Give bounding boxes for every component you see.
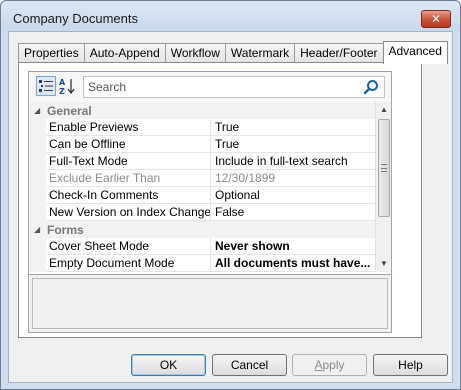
collapse-icon[interactable]: ◢	[34, 106, 40, 115]
row-gutter	[29, 187, 46, 204]
property-value[interactable]: True	[212, 136, 375, 153]
tab-properties[interactable]: Properties	[18, 43, 85, 63]
close-button[interactable]: ✕	[421, 10, 451, 28]
apply-label-rest: pply	[322, 358, 345, 372]
scroll-thumb[interactable]	[378, 119, 390, 217]
tab-workflow[interactable]: Workflow	[164, 43, 226, 63]
cancel-button[interactable]: Cancel	[212, 354, 287, 376]
property-row-full-text-mode[interactable]: Full-Text Mode Include in full-text sear…	[29, 153, 375, 170]
title-bar[interactable]: Company Documents ✕	[1, 1, 460, 31]
row-gutter	[29, 238, 46, 255]
property-row-new-version-on-index-change[interactable]: New Version on Index Change False	[29, 204, 375, 221]
property-value[interactable]: True	[212, 119, 375, 136]
property-name: New Version on Index Change	[46, 204, 211, 221]
dialog-button-row: OK Cancel Apply Help	[9, 354, 454, 380]
apply-mnemonic: A	[314, 358, 323, 372]
svg-text:A: A	[59, 78, 66, 87]
property-value[interactable]: Include in full-text search	[212, 153, 375, 170]
row-gutter	[29, 170, 46, 187]
description-pane	[29, 274, 391, 332]
categorized-view-icon	[39, 80, 53, 92]
tab-strip: Properties Auto-Append Workflow Watermar…	[18, 41, 448, 64]
property-row-exclude-earlier-than: Exclude Earlier Than 12/30/1899	[29, 170, 375, 187]
property-value[interactable]: Never shown	[212, 238, 375, 255]
row-gutter	[29, 153, 46, 170]
property-row-empty-document-mode[interactable]: Empty Document Mode All documents must h…	[29, 255, 375, 272]
close-icon: ✕	[430, 12, 442, 26]
property-name: Cover Sheet Mode	[46, 238, 211, 255]
alphabetical-sort-button[interactable]: A Z	[57, 76, 77, 96]
row-gutter	[29, 136, 46, 153]
scroll-up-arrow-icon[interactable]: ▲	[376, 102, 391, 118]
property-name: Full-Text Mode	[46, 153, 211, 170]
row-gutter	[29, 204, 46, 221]
categorized-view-button[interactable]	[36, 76, 56, 96]
description-text-area	[32, 278, 388, 329]
property-row-cover-sheet-mode[interactable]: Cover Sheet Mode Never shown	[29, 238, 375, 255]
dialog-window: Company Documents ✕ Properties Auto-Appe…	[0, 0, 461, 390]
property-value: 12/30/1899	[215, 171, 276, 185]
category-label: General	[47, 104, 92, 118]
property-grid-list: ◢ General Enable Previews True Can be Of…	[29, 102, 391, 272]
property-row-enable-previews[interactable]: Enable Previews True	[29, 119, 375, 136]
ok-button[interactable]: OK	[131, 354, 206, 376]
window-title: Company Documents	[13, 11, 138, 26]
property-name: Can be Offline	[46, 136, 211, 153]
tab-header-footer[interactable]: Header/Footer	[294, 43, 384, 63]
property-rows: ◢ General Enable Previews True Can be Of…	[29, 102, 375, 272]
row-gutter	[29, 119, 46, 136]
help-button[interactable]: Help	[373, 354, 448, 376]
category-general[interactable]: ◢ General	[29, 102, 375, 119]
property-row-check-in-comments[interactable]: Check-In Comments Optional	[29, 187, 375, 204]
property-value[interactable]: False	[212, 204, 375, 221]
search-box[interactable]	[83, 76, 385, 98]
dialog-client-area: Properties Auto-Append Workflow Watermar…	[8, 31, 453, 383]
property-name: Empty Document Mode	[46, 255, 211, 272]
property-grid: A Z ◢	[28, 71, 392, 333]
tab-advanced[interactable]: Advanced	[382, 41, 448, 64]
search-icon[interactable]	[363, 79, 379, 95]
tab-watermark[interactable]: Watermark	[224, 43, 296, 63]
apply-button: Apply	[292, 354, 367, 376]
collapse-icon[interactable]: ◢	[34, 225, 40, 234]
vertical-scrollbar[interactable]: ▲ ▼	[375, 102, 391, 272]
sort-alphabetical-icon: A Z	[59, 78, 75, 95]
search-input[interactable]	[84, 77, 354, 97]
property-name: Enable Previews	[46, 119, 211, 136]
grip-icon	[381, 164, 387, 172]
scroll-down-arrow-icon[interactable]: ▼	[376, 256, 391, 272]
category-label: Forms	[47, 223, 84, 237]
svg-text:Z: Z	[59, 87, 65, 95]
tab-auto-append[interactable]: Auto-Append	[83, 43, 166, 63]
category-forms[interactable]: ◢ Forms	[29, 221, 375, 238]
property-name: Check-In Comments	[46, 187, 211, 204]
property-grid-toolbar: A Z	[29, 72, 391, 102]
property-value[interactable]: All documents must have...	[212, 255, 375, 272]
property-row-can-be-offline[interactable]: Can be Offline True	[29, 136, 375, 153]
property-value[interactable]: Optional	[212, 187, 375, 204]
property-name: Exclude Earlier Than	[46, 170, 211, 187]
row-gutter	[29, 255, 46, 272]
